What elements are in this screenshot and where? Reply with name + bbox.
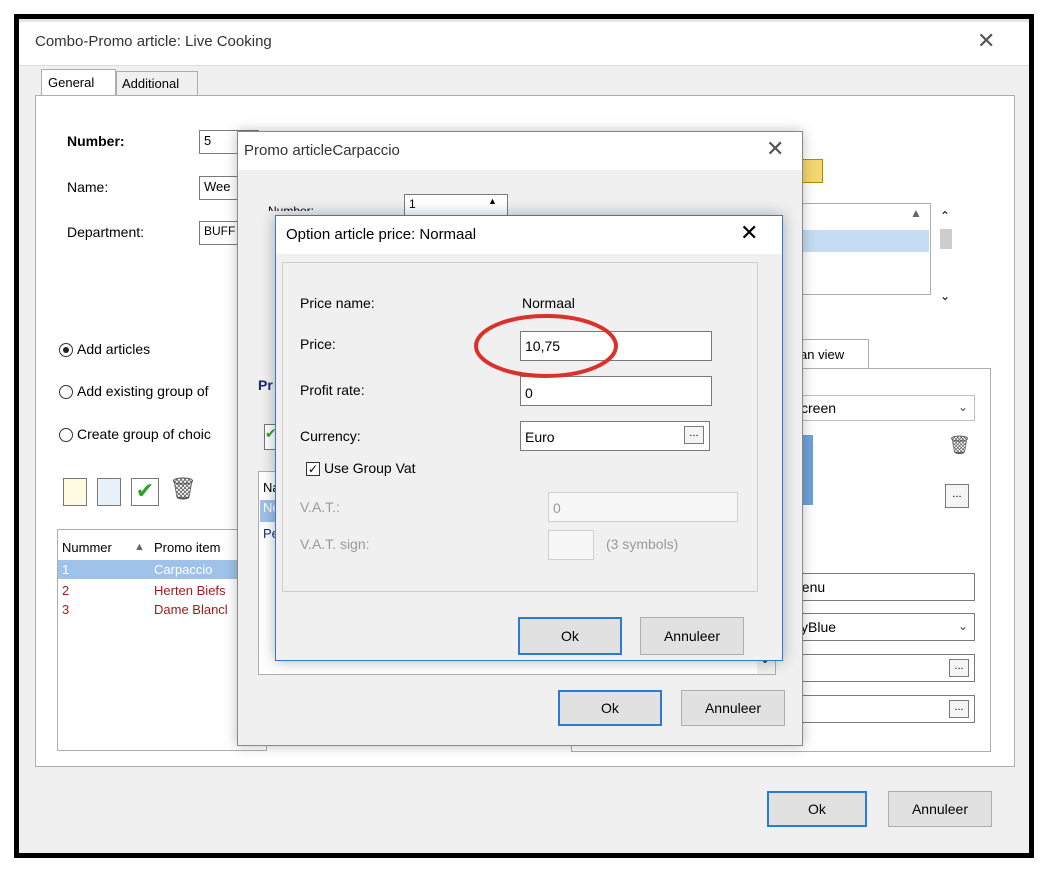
radio-create-group-label: Create group of choic bbox=[77, 426, 211, 442]
main-close-icon[interactable]: ✕ bbox=[977, 29, 995, 54]
table-row[interactable]: 2 Herten Biefs bbox=[58, 581, 266, 600]
radio-add-existing-group-label: Add existing group of bbox=[77, 383, 209, 399]
articles-table[interactable]: Nummer ▲ Promo item 1 Carpaccio 2 Herten… bbox=[57, 529, 267, 751]
table-row[interactable]: 1 Carpaccio bbox=[58, 560, 266, 579]
row-item: Dame Blancl bbox=[154, 602, 228, 617]
scroll-up-icon[interactable]: ⌃ bbox=[940, 209, 950, 223]
right-scrollbar[interactable]: ⌃ ⌄ bbox=[937, 203, 955, 313]
scroll-down-icon[interactable]: ⌄ bbox=[940, 289, 950, 303]
main-ok-button[interactable]: Ok bbox=[767, 791, 867, 827]
table-row[interactable]: 3 Dame Blancl bbox=[58, 600, 266, 619]
sort-up-icon: ▲ bbox=[910, 206, 922, 220]
main-titlebar: Combo-Promo article: Live Cooking ✕ bbox=[19, 19, 1029, 66]
header-nummer[interactable]: Nummer bbox=[62, 538, 112, 557]
right-list-selected-row[interactable] bbox=[797, 230, 929, 252]
use-group-vat-checkbox[interactable]: ✓ bbox=[306, 462, 320, 476]
row-item: Carpaccio bbox=[154, 562, 213, 577]
promo-cancel-button[interactable]: Annuleer bbox=[681, 690, 785, 726]
price-label: Price: bbox=[300, 336, 336, 352]
ellipsis-button[interactable]: ... bbox=[945, 484, 969, 508]
delete-icon[interactable]: 🗑 bbox=[948, 435, 971, 456]
vat-label: V.A.T.: bbox=[300, 499, 340, 515]
price-name-value: Normaal bbox=[522, 295, 575, 311]
promo-close-icon[interactable]: ✕ bbox=[766, 137, 784, 162]
field-b-input[interactable]: a bbox=[789, 695, 975, 723]
radio-add-articles-label: Add articles bbox=[77, 341, 151, 357]
main-window-title: Combo-Promo article: Live Cooking bbox=[35, 33, 272, 50]
new-document-icon[interactable] bbox=[63, 478, 87, 506]
radio-add-existing-group[interactable] bbox=[59, 385, 73, 399]
promo-ok-button[interactable]: Ok bbox=[558, 690, 662, 726]
price-ok-button[interactable]: Ok bbox=[518, 617, 622, 655]
vat-sign-label: V.A.T. sign: bbox=[300, 536, 370, 552]
trash-icon[interactable]: 🗑 bbox=[169, 476, 197, 506]
vat-input[interactable]: 0 bbox=[548, 492, 738, 522]
scroll-thumb[interactable] bbox=[940, 229, 952, 249]
price-highlight-ellipse bbox=[474, 314, 618, 378]
chevron-down-icon: ⌄ bbox=[957, 400, 968, 414]
price-dialog: Option article price: Normaal ✕ Price na… bbox=[275, 215, 783, 661]
currency-input[interactable]: Euro bbox=[520, 421, 710, 451]
screen-select[interactable]: screen ⌄ bbox=[789, 395, 975, 421]
promo-window-title: Promo articleCarpaccio bbox=[244, 142, 400, 159]
profit-rate-input[interactable]: 0 bbox=[520, 376, 712, 406]
copy-document-icon[interactable] bbox=[97, 478, 121, 506]
top-strip bbox=[19, 19, 1029, 22]
currency-ellipsis-button[interactable]: ... bbox=[684, 426, 704, 444]
price-dialog-title: Option article price: Normaal bbox=[286, 226, 477, 243]
chevron-down-icon: ⌄ bbox=[957, 619, 968, 633]
department-label: Department: bbox=[67, 224, 145, 240]
price-close-icon[interactable]: ✕ bbox=[740, 221, 758, 246]
field-a-input[interactable]: a bbox=[789, 654, 975, 682]
radio-add-articles[interactable] bbox=[59, 343, 73, 357]
header-promo-item[interactable]: Promo item bbox=[154, 538, 220, 557]
promo-titlebar: Promo articleCarpaccio ✕ bbox=[238, 132, 802, 170]
price-cancel-button[interactable]: Annuleer bbox=[640, 617, 744, 655]
main-cancel-button[interactable]: Annuleer bbox=[888, 791, 992, 827]
row-item: Herten Biefs bbox=[154, 583, 226, 598]
right-tab-label: an view bbox=[800, 347, 845, 362]
radio-create-group[interactable] bbox=[59, 428, 73, 442]
row-num: 3 bbox=[62, 602, 70, 617]
color-select[interactable]: kyBlue ⌄ bbox=[789, 613, 975, 641]
field-b-ellipsis-button[interactable]: ... bbox=[949, 700, 969, 718]
spin-up-icon[interactable]: ▲ bbox=[488, 196, 497, 206]
currency-label: Currency: bbox=[300, 428, 361, 444]
price-titlebar: Option article price: Normaal ✕ bbox=[276, 216, 782, 254]
number-label: Number: bbox=[67, 133, 125, 149]
tab-general[interactable]: General bbox=[41, 69, 116, 95]
field-a-ellipsis-button[interactable]: ... bbox=[949, 659, 969, 677]
tab-additional[interactable]: Additional bbox=[116, 71, 198, 95]
row-num: 2 bbox=[62, 583, 70, 598]
vat-sign-hint: (3 symbols) bbox=[606, 536, 679, 552]
promo-section-title: Pr bbox=[258, 377, 273, 393]
row-num: 1 bbox=[62, 562, 70, 577]
tab-additional-label: Additional bbox=[122, 76, 180, 91]
sort-up-icon: ▲ bbox=[134, 541, 145, 553]
use-group-vat-label: Use Group Vat bbox=[324, 460, 416, 476]
table-header: Nummer ▲ Promo item bbox=[58, 538, 266, 557]
checkmark-icon[interactable]: ✔ bbox=[131, 478, 159, 506]
tab-general-label: General bbox=[48, 75, 95, 90]
menu-input[interactable]: nenu bbox=[789, 573, 975, 601]
vat-sign-input[interactable] bbox=[548, 530, 594, 560]
screenshot-frame: Combo-Promo article: Live Cooking ✕ Gene… bbox=[14, 14, 1034, 858]
price-name-label: Price name: bbox=[300, 295, 375, 311]
profit-rate-label: Profit rate: bbox=[300, 382, 365, 398]
right-list[interactable]: ▲ bbox=[795, 203, 931, 295]
name-label: Name: bbox=[67, 179, 109, 195]
